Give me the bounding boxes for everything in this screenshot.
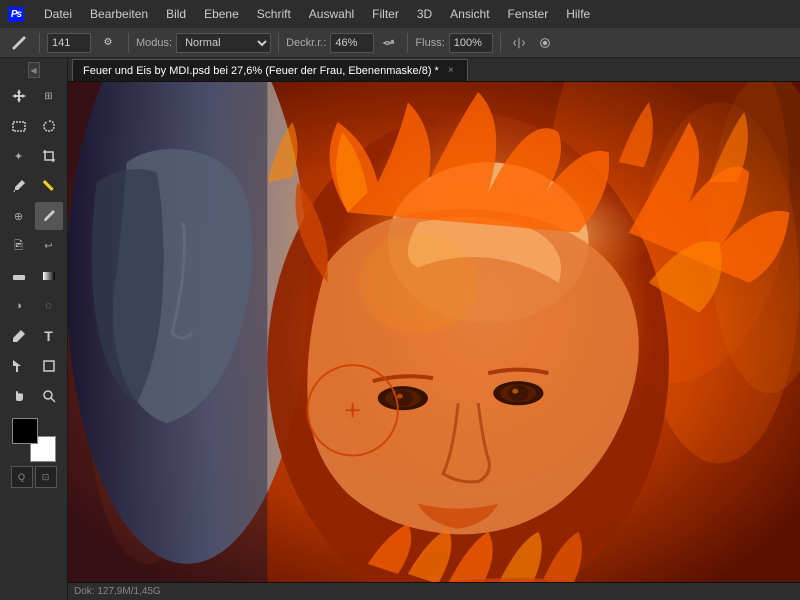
mode-icons: Q ⊡ — [11, 466, 57, 488]
tool-lasso[interactable] — [35, 112, 63, 140]
tool-group-clone: 🖻 ↩ — [5, 232, 63, 260]
menu-ansicht[interactable]: Ansicht — [442, 5, 497, 23]
tool-history-brush[interactable]: ↩ — [35, 232, 63, 260]
tab-title: Feuer und Eis by MDI.psd bei 27,6% (Feue… — [83, 65, 439, 77]
tool-group-marquee — [5, 112, 63, 140]
tool-group-select2: ✦ — [5, 142, 63, 170]
deckkr-label: Deckr.r.: — [286, 37, 326, 49]
tool-brush-paint[interactable] — [35, 202, 63, 230]
quick-mask-icon[interactable]: Q — [11, 466, 33, 488]
brush-settings-icon[interactable]: ⚙ — [95, 32, 121, 54]
modus-select[interactable]: Normal Multiplizieren Abblenden — [176, 33, 271, 53]
pressure-icon[interactable] — [534, 32, 556, 54]
sep-1 — [39, 33, 40, 53]
fluss-input[interactable]: 100% — [449, 33, 493, 53]
brush-size-input[interactable]: 141 — [47, 33, 91, 53]
menu-ebene[interactable]: Ebene — [196, 5, 247, 23]
canvas-area: Feuer und Eis by MDI.psd bei 27,6% (Feue… — [68, 58, 800, 600]
deckkr-airbrush-icon[interactable] — [378, 32, 400, 54]
menu-filter[interactable]: Filter — [364, 5, 407, 23]
tool-artboard[interactable]: ⊞ — [35, 82, 63, 110]
panel-toggle[interactable]: ◀ — [28, 62, 40, 78]
tool-hand[interactable] — [5, 382, 33, 410]
tool-shape[interactable] — [35, 352, 63, 380]
modus-label: Modus: — [136, 37, 172, 49]
menu-schrift[interactable]: Schrift — [249, 5, 299, 23]
menu-hilfe[interactable]: Hilfe — [558, 5, 598, 23]
tab-bar: Feuer und Eis by MDI.psd bei 27,6% (Feue… — [68, 58, 800, 82]
screen-mode-icon[interactable]: ⊡ — [35, 466, 57, 488]
tool-group-pen: T — [5, 322, 63, 350]
menu-3d[interactable]: 3D — [409, 5, 440, 23]
tool-pen[interactable] — [5, 322, 33, 350]
tool-ruler[interactable]: 📏 — [35, 172, 63, 200]
main-area: ◀ ⊞ ✦ — [0, 58, 800, 600]
tool-group-path — [5, 352, 63, 380]
sep-3 — [278, 33, 279, 53]
tool-dodge[interactable]: ◑ — [5, 292, 33, 320]
tool-group-erase — [5, 262, 63, 290]
tool-crop[interactable] — [35, 142, 63, 170]
deckkr-input[interactable]: 46% — [330, 33, 374, 53]
status-text: Dok: 127,9M/1,45G — [74, 586, 161, 597]
tool-move[interactable] — [5, 82, 33, 110]
menu-datei[interactable]: Datei — [36, 5, 80, 23]
tool-quick-select[interactable]: ✦ — [5, 142, 33, 170]
tool-spot-heal[interactable]: ⊕ — [5, 202, 33, 230]
menu-auswahl[interactable]: Auswahl — [301, 5, 362, 23]
sep-5 — [500, 33, 501, 53]
tool-eyedropper[interactable] — [5, 172, 33, 200]
status-bar: Dok: 127,9M/1,45G — [68, 582, 800, 600]
tools-panel: ◀ ⊞ ✦ — [0, 58, 68, 600]
sep-2 — [128, 33, 129, 53]
ps-logo-text: Ps — [8, 7, 24, 22]
document-tab[interactable]: Feuer und Eis by MDI.psd bei 27,6% (Feue… — [72, 59, 468, 81]
canvas-image — [68, 82, 800, 600]
fluss-label: Fluss: — [415, 37, 444, 49]
tool-group-select: ⊞ — [5, 82, 63, 110]
foreground-color-swatch[interactable] — [12, 418, 38, 444]
tool-group-dodge: ◑ ◌ — [5, 292, 63, 320]
app-logo: Ps — [4, 2, 28, 26]
sep-4 — [407, 33, 408, 53]
color-swatches — [12, 418, 56, 462]
tool-brush-icon[interactable] — [6, 32, 32, 54]
tool-zoom[interactable] — [35, 382, 63, 410]
tab-close-button[interactable]: × — [445, 65, 457, 77]
tool-path-select[interactable] — [5, 352, 33, 380]
menu-fenster[interactable]: Fenster — [500, 5, 557, 23]
tool-blur[interactable]: ◌ — [35, 292, 63, 320]
tool-gradient[interactable] — [35, 262, 63, 290]
tool-type[interactable]: T — [35, 322, 63, 350]
tool-group-navigate — [5, 382, 63, 410]
menu-bild[interactable]: Bild — [158, 5, 194, 23]
tool-clone-stamp[interactable]: 🖻 — [5, 232, 33, 260]
tool-rect-marquee[interactable] — [5, 112, 33, 140]
menu-bearbeiten[interactable]: Bearbeiten — [82, 5, 156, 23]
options-toolbar: 141 ⚙ Modus: Normal Multiplizieren Abble… — [0, 28, 800, 58]
menu-bar: Ps Datei Bearbeiten Bild Ebene Schrift A… — [0, 0, 800, 28]
tool-eraser[interactable] — [5, 262, 33, 290]
canvas-wrapper[interactable]: Dok: 127,9M/1,45G — [68, 82, 800, 600]
symmetry-icon[interactable] — [508, 32, 530, 54]
tool-group-heal: ⊕ — [5, 202, 63, 230]
tool-group-measure: 📏 — [5, 172, 63, 200]
